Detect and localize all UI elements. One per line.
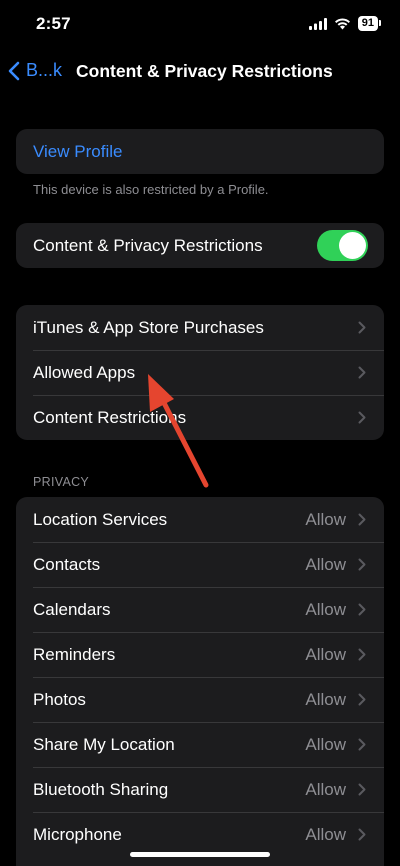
restrictions-toggle-switch[interactable]: [317, 230, 368, 261]
row-value: Allow: [305, 644, 346, 664]
view-profile-button[interactable]: View Profile: [16, 129, 384, 174]
row-value: Allow: [305, 734, 346, 754]
share-my-location-row[interactable]: Share My Location Allow: [16, 722, 384, 767]
chevron-left-icon: [8, 61, 20, 80]
row-value: Allow: [305, 509, 346, 529]
profile-footnote: This device is also restricted by a Prof…: [33, 182, 269, 197]
row-label: Contacts: [33, 554, 101, 574]
chevron-right-icon: [358, 648, 368, 661]
row-label: Bluetooth Sharing: [33, 779, 169, 799]
chevron-right-icon: [358, 693, 368, 706]
row-label: Content Restrictions: [33, 407, 187, 427]
toggle-knob: [339, 232, 366, 259]
row-value: Allow: [305, 689, 346, 709]
row-label: Microphone: [33, 824, 122, 844]
chevron-right-icon: [358, 828, 368, 841]
row-label: Reminders: [33, 644, 116, 664]
calendars-row[interactable]: Calendars Allow: [16, 587, 384, 632]
wifi-icon: [334, 18, 350, 30]
chevron-right-icon: [358, 321, 368, 334]
back-button[interactable]: B...k: [8, 60, 62, 81]
content-restrictions-row[interactable]: Content Restrictions: [16, 395, 384, 440]
row-label: Allowed Apps: [33, 362, 136, 382]
status-bar: 2:57 91: [0, 0, 400, 52]
microphone-row[interactable]: Microphone Allow: [16, 812, 384, 857]
battery-icon: 91: [357, 16, 382, 31]
chevron-right-icon: [358, 558, 368, 571]
cellular-signal-icon: [308, 17, 327, 30]
chevron-right-icon: [358, 738, 368, 751]
location-services-row[interactable]: Location Services Allow: [16, 497, 384, 542]
status-icons: 91: [308, 16, 382, 31]
reminders-row[interactable]: Reminders Allow: [16, 632, 384, 677]
status-time: 2:57: [36, 14, 71, 33]
privacy-group: Location Services Allow Contacts Allow C…: [16, 497, 384, 866]
row-label: Location Services: [33, 509, 168, 529]
page-title: Content & Privacy Restrictions: [76, 61, 333, 81]
chevron-right-icon: [358, 783, 368, 796]
row-value: Allow: [305, 779, 346, 799]
chevron-right-icon: [358, 603, 368, 616]
itunes-app-store-purchases-row[interactable]: iTunes & App Store Purchases: [16, 305, 384, 350]
row-label: Share My Location: [33, 734, 175, 754]
row-value: Allow: [305, 824, 346, 844]
view-profile-label: View Profile: [33, 141, 123, 161]
chevron-right-icon: [358, 366, 368, 379]
row-value: Allow: [305, 554, 346, 574]
row-label: Calendars: [33, 599, 111, 619]
chevron-right-icon: [358, 513, 368, 526]
store-group: iTunes & App Store Purchases Allowed App…: [16, 305, 384, 440]
allowed-apps-row[interactable]: Allowed Apps: [16, 350, 384, 395]
row-label: Photos: [33, 689, 86, 709]
back-label: B...k: [26, 60, 63, 80]
bluetooth-sharing-row[interactable]: Bluetooth Sharing Allow: [16, 767, 384, 812]
row-value: Allow: [305, 599, 346, 619]
profile-group: View Profile: [16, 129, 384, 174]
row-label: iTunes & App Store Purchases: [33, 317, 264, 337]
home-indicator[interactable]: [130, 852, 270, 857]
navigation-bar: B...k Content & Privacy Restrictions: [0, 52, 400, 92]
photos-row[interactable]: Photos Allow: [16, 677, 384, 722]
restrictions-toggle-label: Content & Privacy Restrictions: [33, 235, 263, 255]
restrictions-toggle-row: Content & Privacy Restrictions: [16, 223, 384, 268]
contacts-row[interactable]: Contacts Allow: [16, 542, 384, 587]
chevron-right-icon: [358, 411, 368, 424]
restrictions-toggle-group: Content & Privacy Restrictions: [16, 223, 384, 268]
privacy-section-header: PRIVACY: [33, 475, 90, 489]
